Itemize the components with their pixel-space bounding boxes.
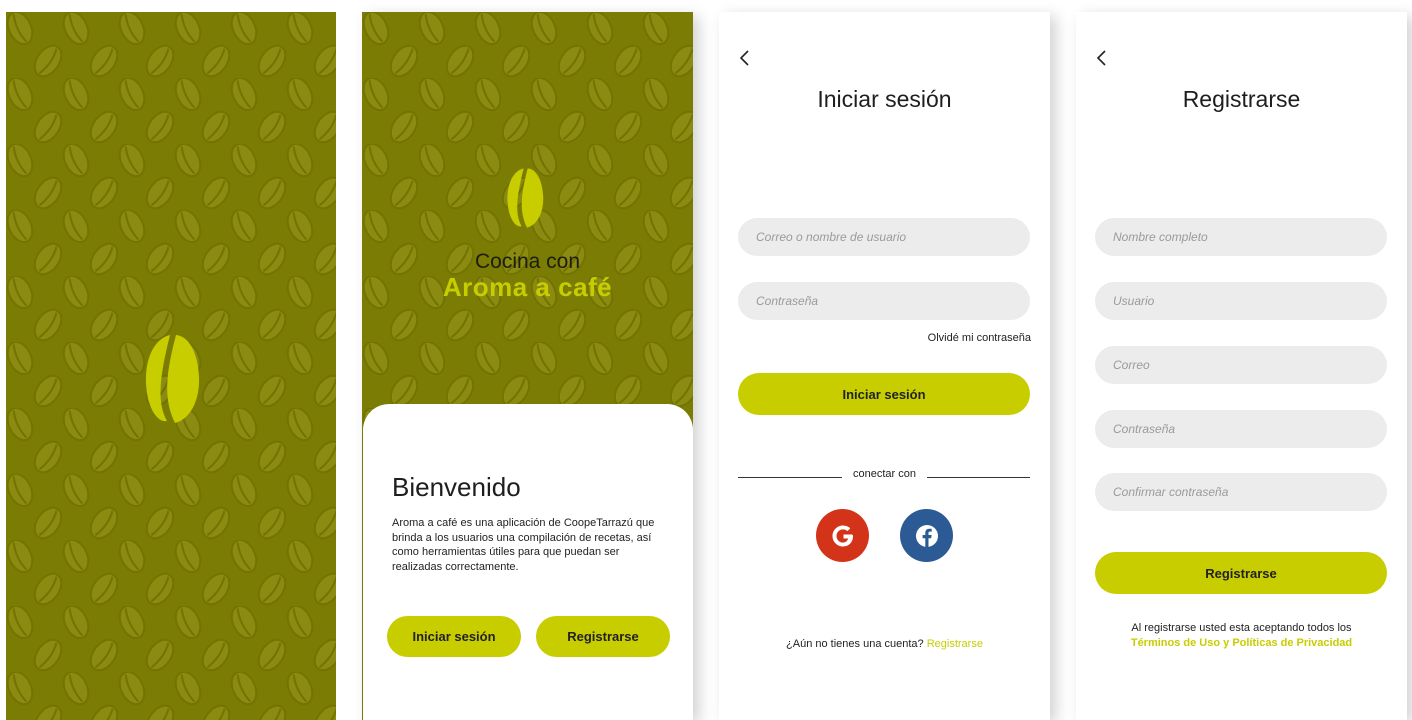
confirm-password-field[interactable] (1095, 473, 1387, 511)
brand-tagline: Cocina con (474, 250, 581, 273)
no-account-text: ¿Aún no tienes una cuenta? (786, 638, 924, 650)
google-login-button[interactable] (816, 509, 869, 562)
page-title: Registrarse (1182, 86, 1301, 112)
welcome-card: Bienvenido Aroma a café es una aplicació… (363, 404, 693, 720)
register-link[interactable]: Registrarse (927, 638, 983, 650)
signup-prompt: ¿Aún no tienes una cuenta? Registrarse (719, 638, 1050, 650)
fullname-field[interactable] (1095, 218, 1387, 256)
email-field[interactable] (1095, 346, 1387, 384)
splash-screen (6, 12, 336, 720)
terms-text: Al registrarse usted esta aceptando todo… (1131, 622, 1352, 634)
terms-link[interactable]: Términos de Uso y Políticas de Privacida… (1076, 636, 1407, 651)
password-field[interactable] (738, 282, 1030, 320)
login-submit-button[interactable]: Iniciar sesión (738, 373, 1030, 415)
facebook-icon (915, 524, 938, 547)
terms-notice: Al registrarse usted esta aceptando todo… (1076, 621, 1407, 651)
chevron-left-icon[interactable] (1094, 48, 1110, 68)
welcome-heading: Bienvenido (392, 472, 521, 502)
page-title: Iniciar sesión (817, 86, 952, 112)
welcome-screen: Cocina con Aroma a café Bienvenido Aroma… (362, 12, 693, 720)
brand-name: Aroma a café (442, 272, 613, 302)
login-button[interactable]: Iniciar sesión (387, 616, 521, 657)
password-field[interactable] (1095, 410, 1387, 448)
google-icon (832, 525, 853, 546)
register-button[interactable]: Registrarse (536, 616, 670, 657)
register-submit-button[interactable]: Registrarse (1095, 552, 1387, 594)
username-field[interactable] (1095, 282, 1387, 320)
register-screen: Registrarse Registrarse Al registrarse u… (1076, 12, 1407, 720)
login-screen: Iniciar sesión Olvidé mi contraseña Inic… (719, 12, 1050, 720)
coffee-bean-icon (507, 168, 544, 228)
welcome-description: Aroma a café es una aplicación de CoopeT… (392, 517, 655, 573)
chevron-left-icon[interactable] (737, 48, 753, 68)
forgot-password-link[interactable]: Olvidé mi contraseña (928, 332, 1031, 344)
connect-with-label: conectar con (853, 468, 916, 480)
username-field[interactable] (738, 218, 1030, 256)
facebook-login-button[interactable] (900, 509, 953, 562)
coffee-bean-icon (145, 335, 200, 423)
